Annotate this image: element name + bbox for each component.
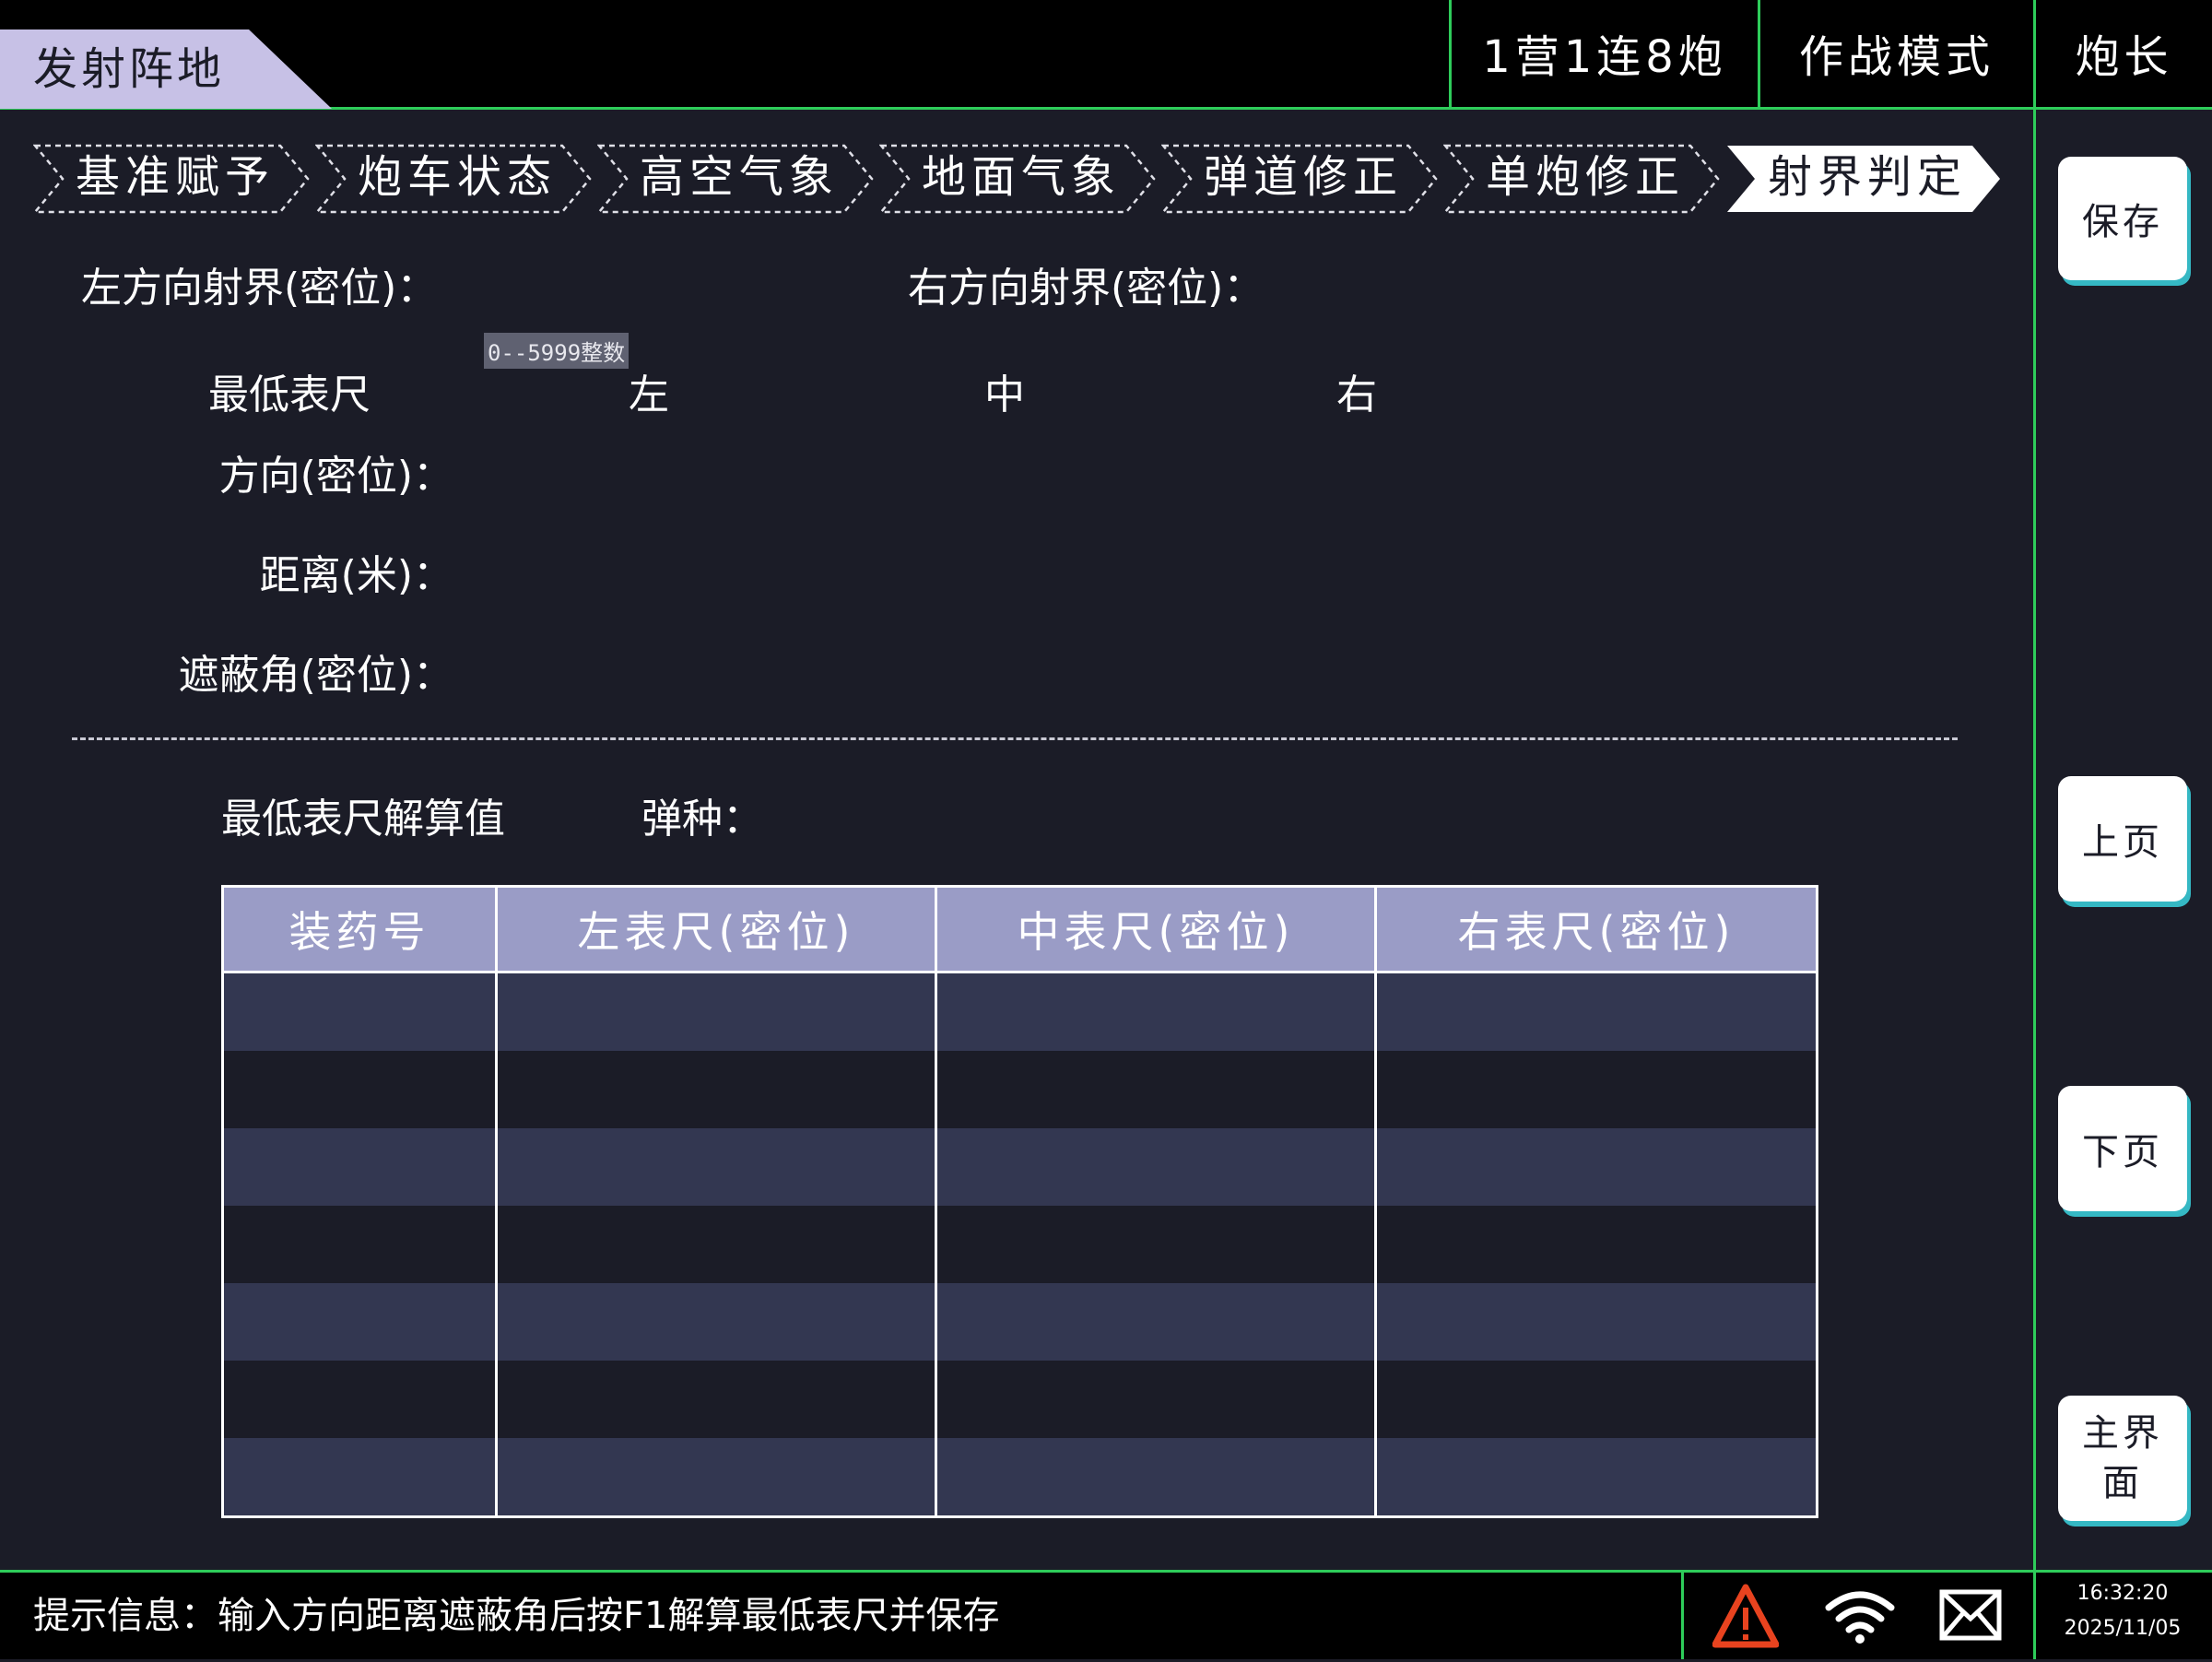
table-cell[interactable] bbox=[221, 1361, 498, 1438]
table-cell[interactable] bbox=[935, 1128, 1377, 1206]
table-cell[interactable] bbox=[1374, 972, 1818, 1051]
step-tab-label: 炮车状态 bbox=[357, 151, 557, 203]
column-left-label: 左 bbox=[629, 371, 669, 418]
table-cell[interactable] bbox=[1374, 1051, 1818, 1128]
table-row bbox=[221, 1361, 1818, 1438]
table-cell[interactable] bbox=[495, 1438, 937, 1518]
mail-icon[interactable] bbox=[1939, 1589, 2002, 1644]
mask-angle-label: 遮蔽角(密位)： bbox=[178, 652, 453, 699]
step-tab-label: 基准赋予 bbox=[75, 151, 275, 203]
left-limit-label: 左方向射界(密位)： bbox=[81, 265, 438, 312]
table-row bbox=[221, 972, 1818, 1051]
warning-icon[interactable] bbox=[1712, 1584, 1780, 1652]
wifi-icon[interactable] bbox=[1825, 1589, 1895, 1648]
column-header: 装药号 bbox=[221, 885, 498, 973]
table-cell[interactable] bbox=[495, 1206, 937, 1283]
table-cell[interactable] bbox=[495, 1361, 937, 1438]
time-readout: 16:32:20 bbox=[2077, 1582, 2169, 1605]
min-scale-label: 最低表尺 bbox=[208, 371, 371, 418]
table-cell[interactable] bbox=[935, 1361, 1377, 1438]
table-cell[interactable] bbox=[495, 972, 937, 1051]
step-tab-fire-limit[interactable]: 射界判定 bbox=[1725, 144, 2000, 212]
column-right-label: 右 bbox=[1336, 371, 1377, 418]
status-separator bbox=[1681, 1570, 1684, 1659]
distance-label: 距离(米)： bbox=[259, 552, 453, 599]
step-tab-upper-air[interactable]: 高空气象 bbox=[597, 144, 874, 214]
table-cell[interactable] bbox=[935, 1283, 1377, 1361]
table-cell[interactable] bbox=[1374, 1283, 1818, 1361]
table-cell[interactable] bbox=[1374, 1438, 1818, 1518]
step-tab-gun-correction[interactable]: 单炮修正 bbox=[1443, 144, 1720, 214]
step-tab-label: 射界判定 bbox=[1767, 151, 1967, 203]
step-tab-vehicle-status[interactable]: 炮车状态 bbox=[315, 144, 592, 214]
direction-label: 方向(密位)： bbox=[218, 453, 453, 500]
results-title: 最低表尺解算值 bbox=[221, 796, 505, 843]
table-row bbox=[221, 1206, 1818, 1283]
table-cell[interactable] bbox=[1374, 1361, 1818, 1438]
table-cell[interactable] bbox=[221, 1051, 498, 1128]
main-menu-button[interactable]: 主界面 bbox=[2058, 1396, 2187, 1521]
datetime: 16:32:20 2025/11/05 bbox=[2033, 1576, 2212, 1646]
status-message: 提示信息：输入方向距离遮蔽角后按F1解算最低表尺并保存 bbox=[33, 1595, 1000, 1637]
table-cell[interactable] bbox=[935, 1206, 1377, 1283]
column-mid-label: 中 bbox=[984, 371, 1025, 418]
min-scale-table: 装药号 左表尺(密位) 中表尺(密位) 右表尺(密位) bbox=[221, 885, 1818, 1518]
table-row bbox=[221, 1051, 1818, 1128]
mode-label: 作战模式 bbox=[1798, 31, 1994, 83]
table-cell[interactable] bbox=[221, 1206, 498, 1283]
step-tab-label: 高空气象 bbox=[639, 151, 839, 203]
next-page-button[interactable]: 下页 bbox=[2058, 1086, 2187, 1211]
table-cell[interactable] bbox=[221, 1128, 498, 1206]
column-header: 左表尺(密位) bbox=[495, 885, 937, 973]
table-cell[interactable] bbox=[495, 1283, 937, 1361]
sidebar-divider bbox=[2033, 107, 2036, 1659]
table-row bbox=[221, 1438, 1818, 1518]
unit-label: 1营1连8炮 bbox=[1482, 31, 1727, 83]
step-tab-label: 弹道修正 bbox=[1203, 151, 1403, 203]
table-cell[interactable] bbox=[1374, 1128, 1818, 1206]
column-header: 右表尺(密位) bbox=[1374, 885, 1818, 973]
ammo-type-label: 弹种： bbox=[641, 796, 763, 843]
table-cell[interactable] bbox=[495, 1051, 937, 1128]
table-cell[interactable] bbox=[1374, 1206, 1818, 1283]
step-tab-baseline[interactable]: 基准赋予 bbox=[33, 144, 310, 214]
step-tab-label: 地面气象 bbox=[921, 151, 1121, 203]
table-cell[interactable] bbox=[221, 972, 498, 1051]
role-label: 炮长 bbox=[2075, 31, 2173, 83]
table-cell[interactable] bbox=[221, 1438, 498, 1518]
table-row bbox=[221, 1283, 1818, 1361]
prev-page-button[interactable]: 上页 bbox=[2058, 776, 2187, 902]
column-header: 中表尺(密位) bbox=[935, 885, 1377, 973]
table-cell[interactable] bbox=[221, 1283, 498, 1361]
range-hint: 0--5999整数 bbox=[484, 333, 629, 369]
table-cell[interactable] bbox=[935, 1438, 1377, 1518]
section-divider bbox=[72, 737, 1958, 740]
table-cell[interactable] bbox=[495, 1128, 937, 1206]
step-tab-surface-weather[interactable]: 地面气象 bbox=[879, 144, 1156, 214]
step-tab-label: 单炮修正 bbox=[1485, 151, 1685, 203]
table-cell[interactable] bbox=[935, 972, 1377, 1051]
table-cell[interactable] bbox=[935, 1051, 1377, 1128]
save-button[interactable]: 保存 bbox=[2058, 157, 2187, 280]
table-header-row: 装药号 左表尺(密位) 中表尺(密位) 右表尺(密位) bbox=[221, 885, 1818, 973]
right-limit-label: 右方向射界(密位)： bbox=[908, 265, 1265, 312]
table-row bbox=[221, 1128, 1818, 1206]
date-readout: 2025/11/05 bbox=[2064, 1617, 2182, 1640]
step-tab-ballistic-correction[interactable]: 弹道修正 bbox=[1161, 144, 1438, 214]
